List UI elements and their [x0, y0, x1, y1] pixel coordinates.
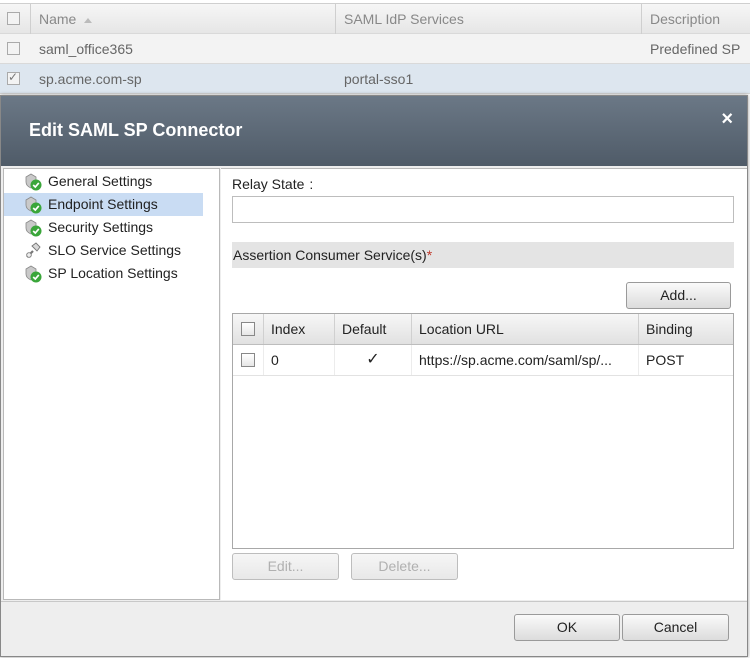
add-button[interactable]: Add... — [626, 282, 731, 309]
nav-item-label: General Settings — [48, 173, 153, 189]
acs-table-header: Index Default Location URL Binding — [233, 314, 733, 345]
default-check-icon: ✓ — [335, 345, 412, 375]
select-all-checkbox[interactable] — [7, 12, 20, 25]
column-index[interactable]: Index — [264, 314, 335, 344]
nav-item-label: SP Location Settings — [48, 265, 178, 281]
column-description[interactable]: Description — [642, 4, 750, 34]
cancel-button[interactable]: Cancel — [622, 614, 729, 641]
select-all-checkbox[interactable] — [241, 322, 255, 336]
row-checkbox[interactable] — [241, 353, 255, 367]
row-index: 0 — [264, 345, 335, 375]
check-shield-icon — [25, 196, 42, 214]
dialog-title-bar[interactable]: Edit SAML SP Connector × — [1, 96, 747, 166]
row-checkbox[interactable] — [7, 70, 20, 85]
nav-item-label: Security Settings — [48, 219, 154, 235]
row-description: Predefined SP — [650, 41, 741, 57]
connector-list-header: Name SAML IdP Services Description — [0, 3, 750, 34]
row-name: saml_office365 — [39, 41, 133, 57]
column-default[interactable]: Default — [335, 314, 412, 344]
column-saml-idp-services[interactable]: SAML IdP Services — [336, 4, 642, 34]
link-icon — [26, 242, 41, 258]
row-name: sp.acme.com-sp — [39, 71, 142, 87]
nav-item-endpoint-settings[interactable]: Endpoint Settings — [4, 193, 203, 216]
column-name[interactable]: Name — [31, 4, 336, 34]
row-binding: POST — [646, 352, 685, 368]
table-row[interactable]: sp.acme.com-sp portal-sso1 — [0, 64, 750, 94]
required-mark: * — [426, 247, 433, 263]
nav-item-label: SLO Service Settings — [48, 242, 182, 258]
table-row[interactable]: 0 ✓ https://sp.acme.com/saml/sp/... POST — [233, 345, 733, 376]
row-description — [642, 64, 750, 94]
check-shield-icon — [25, 265, 42, 283]
row-select-cell — [233, 345, 264, 375]
row-idp — [336, 34, 642, 64]
row-idp: portal-sso1 — [344, 71, 414, 87]
row-location-url: https://sp.acme.com/saml/sp/... — [412, 345, 639, 375]
select-all-cell — [0, 4, 31, 34]
acs-table: Index Default Location URL Binding 0 ✓ h… — [232, 313, 734, 549]
nav-item-label: Endpoint Settings — [48, 196, 158, 212]
select-all-cell — [233, 314, 264, 344]
settings-nav: General Settings Endpoint Settings Secur… — [3, 168, 220, 600]
delete-button[interactable]: Delete... — [351, 553, 458, 580]
column-binding[interactable]: Binding — [639, 314, 733, 344]
dialog-title: Edit SAML SP Connector — [29, 120, 243, 140]
footer-divider — [1, 601, 747, 602]
nav-item-security-settings[interactable]: Security Settings — [4, 216, 219, 239]
table-row[interactable]: saml_office365 Predefined SP — [0, 34, 750, 64]
check-shield-icon — [25, 219, 42, 237]
ok-button[interactable]: OK — [514, 614, 620, 641]
relay-state-input[interactable] — [232, 196, 734, 223]
nav-item-general-settings[interactable]: General Settings — [4, 170, 219, 193]
nav-item-sp-location-settings[interactable]: SP Location Settings — [4, 262, 219, 285]
connector-list-grid: Name SAML IdP Services Description saml_… — [0, 0, 750, 100]
acs-section-header: Assertion Consumer Service(s)* — [232, 242, 734, 268]
nav-item-slo-service-settings[interactable]: SLO Service Settings — [4, 239, 219, 262]
edit-button[interactable]: Edit... — [232, 553, 339, 580]
edit-saml-sp-connector-dialog: Edit SAML SP Connector × General Setting… — [0, 95, 748, 657]
check-shield-icon — [25, 173, 42, 191]
close-icon[interactable]: × — [721, 108, 733, 131]
endpoint-settings-panel: Relay State: Assertion Consumer Service(… — [221, 168, 747, 600]
row-checkbox[interactable] — [7, 42, 20, 55]
relay-state-label: Relay State: — [232, 176, 314, 192]
column-location-url[interactable]: Location URL — [412, 314, 639, 344]
sort-ascending-icon — [84, 17, 93, 23]
